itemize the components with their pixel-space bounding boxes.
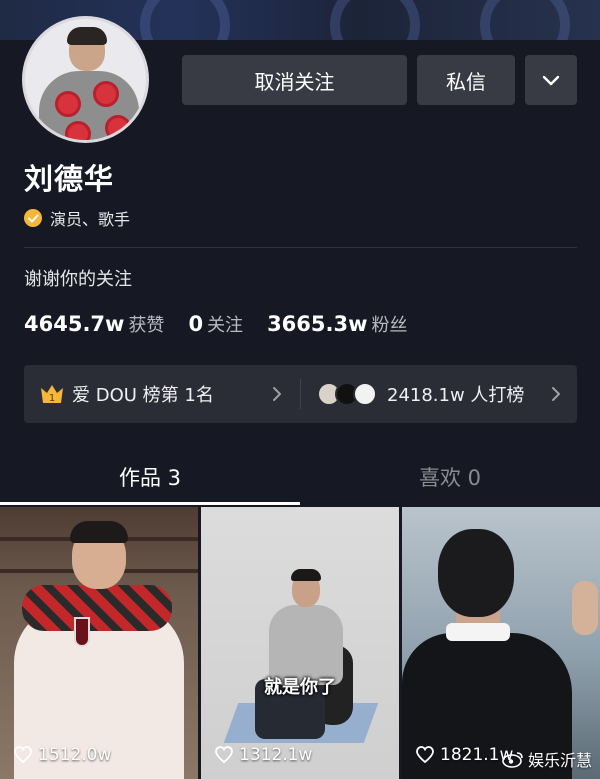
heart-icon bbox=[416, 746, 434, 764]
person-hair bbox=[70, 521, 128, 543]
avatar-flower-pattern bbox=[105, 115, 131, 140]
supporter-avatar bbox=[353, 382, 377, 406]
weibo-logo-icon bbox=[502, 752, 523, 768]
verified-badge-icon bbox=[24, 209, 42, 227]
tab-likes[interactable]: 喜欢 0 bbox=[300, 462, 600, 492]
more-options-button[interactable] bbox=[525, 55, 577, 105]
cover-decoration bbox=[480, 0, 570, 40]
followers-label[interactable]: 粉丝 bbox=[372, 311, 408, 337]
rank-badge-number: 1 bbox=[49, 393, 55, 404]
ranking-card: 1 爱 DOU 榜第 1名 2418.1w 人打榜 bbox=[24, 365, 577, 423]
video-likes: 1312.1w bbox=[215, 745, 312, 765]
heart-icon bbox=[14, 746, 32, 764]
divider bbox=[24, 247, 577, 248]
supporter-avatars bbox=[317, 382, 377, 406]
likes-label: 获赞 bbox=[128, 315, 165, 336]
video-likes-count: 1512.0w bbox=[38, 745, 112, 765]
chevron-right-icon bbox=[273, 387, 281, 401]
cover-decoration bbox=[140, 0, 230, 40]
cover-decoration bbox=[330, 0, 420, 40]
watermark: 娱乐沂慧 bbox=[502, 747, 592, 771]
profile-name: 刘德华 bbox=[24, 162, 115, 196]
video-thumbnail[interactable]: 就是你了 1312.1w bbox=[201, 507, 399, 779]
avatar-flower-pattern bbox=[93, 81, 119, 107]
video-thumbnail[interactable]: 1821.1w 娱乐沂慧 bbox=[402, 507, 600, 779]
avatar-flower-pattern bbox=[55, 91, 81, 117]
crown-icon: 1 bbox=[41, 385, 63, 404]
likes-count: 4645.7w bbox=[24, 312, 125, 336]
chevron-right-icon bbox=[552, 387, 560, 401]
profile-bio: 谢谢你的关注 bbox=[24, 269, 132, 290]
following-label[interactable]: 关注 bbox=[207, 311, 243, 337]
content-tabs: 作品 3 喜欢 0 bbox=[0, 452, 600, 505]
message-button[interactable]: 私信 bbox=[417, 55, 515, 105]
supporters-text: 2418.1w 人打榜 bbox=[387, 385, 525, 406]
wine-glass-shape bbox=[74, 617, 90, 647]
shirt-collar bbox=[446, 623, 510, 641]
following-count[interactable]: 0 bbox=[188, 312, 203, 336]
video-likes: 1512.0w bbox=[14, 745, 111, 765]
heart-icon bbox=[215, 746, 233, 764]
verified-text: 演员、歌手 bbox=[50, 210, 131, 229]
ranking-separator bbox=[300, 379, 301, 409]
profile-stats: 4645.7w 获赞 0 关注 3665.3w 粉丝 bbox=[24, 311, 432, 337]
active-tab-indicator bbox=[0, 502, 300, 505]
avatar-hair bbox=[67, 27, 107, 45]
video-grid: 1512.0w 就是你了 1312.1w 1821.1w 娱乐沂慧 bbox=[0, 507, 600, 779]
scarf-shape bbox=[22, 585, 172, 631]
person-head bbox=[438, 529, 514, 617]
avatar[interactable] bbox=[22, 16, 149, 143]
video-likes-count: 1312.1w bbox=[239, 745, 313, 765]
dou-rank-text: 爱 DOU 榜第 1名 bbox=[72, 385, 214, 406]
waving-hand bbox=[572, 581, 598, 635]
watermark-text: 娱乐沂慧 bbox=[527, 751, 592, 770]
chevron-down-icon bbox=[542, 75, 560, 86]
followers-count[interactable]: 3665.3w bbox=[267, 312, 367, 336]
unfollow-button[interactable]: 取消关注 bbox=[182, 55, 407, 105]
verification-row: 演员、歌手 bbox=[24, 206, 130, 230]
tab-works[interactable]: 作品 3 bbox=[0, 462, 300, 492]
dou-rank-link[interactable]: 1 爱 DOU 榜第 1名 bbox=[40, 365, 214, 423]
avatar-flower-pattern bbox=[65, 121, 91, 140]
person-hair bbox=[291, 569, 321, 581]
video-thumbnail[interactable]: 1512.0w bbox=[0, 507, 198, 779]
supporters-link[interactable]: 2418.1w 人打榜 bbox=[317, 365, 524, 423]
video-caption: 就是你了 bbox=[264, 677, 336, 698]
video-likes: 1821.1w bbox=[416, 745, 513, 765]
